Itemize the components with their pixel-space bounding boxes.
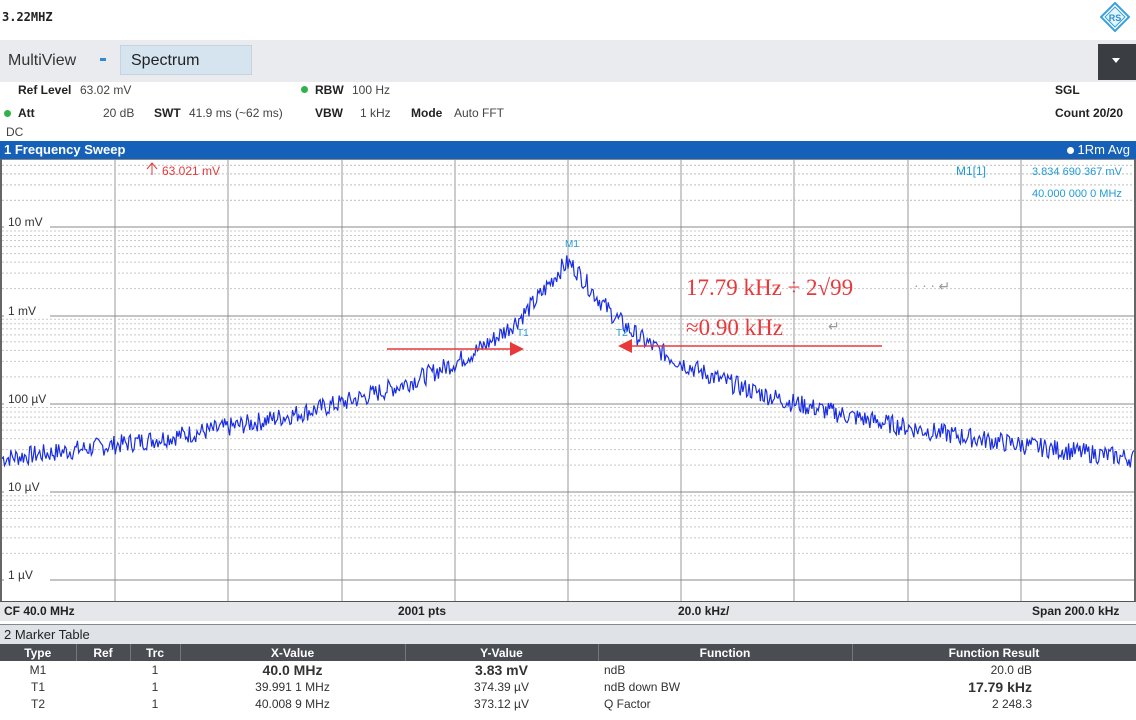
cell-y-value: 374.39 µV: [405, 678, 598, 695]
cell-ref: [76, 695, 130, 712]
marker-table: Type Ref Trc X-Value Y-Value Function Fu…: [0, 644, 1136, 712]
y-axis-label: 100 µV: [8, 392, 46, 406]
rbw-label: RBW: [315, 83, 344, 97]
att-value[interactable]: 20 dB: [103, 106, 134, 120]
marker-t1[interactable]: T1: [517, 328, 529, 339]
swt-label: SWT: [154, 106, 181, 120]
col-x-value: X-Value: [180, 644, 406, 661]
cell-trc: 1: [130, 695, 180, 712]
rbw-status-dot: [301, 86, 308, 93]
marker-m1[interactable]: M1: [565, 239, 579, 250]
annotation-line-2: ≈0.90 kHz: [686, 315, 783, 340]
svg-text:RS: RS: [1109, 13, 1122, 23]
detector-text: 1Rm Avg: [1077, 142, 1130, 157]
table-row[interactable]: T1 1 39.991 1 MHz 374.39 µV ndB down BW …: [0, 678, 1136, 695]
cell-function: ndB down BW: [598, 678, 852, 695]
cell-function: Q Factor: [598, 695, 852, 712]
ref-level-marker: 63.021 mV: [146, 162, 220, 178]
marker-label: M1[1]: [956, 164, 986, 178]
marker-frequency: 40.000 000 0 MHz: [1032, 188, 1122, 200]
y-axis-label: 1 µV: [8, 568, 33, 582]
y-axis-label: 10 mV: [8, 215, 43, 229]
rohde-schwarz-logo-icon: RS: [1100, 2, 1130, 32]
swt-value[interactable]: 41.9 ms (~62 ms): [189, 106, 283, 120]
col-function: Function: [598, 644, 853, 661]
marker-value: 3.834 690 367 mV: [1032, 166, 1123, 178]
multiview-indicator: [100, 58, 106, 61]
coupling-label: DC: [6, 125, 24, 139]
cell-x-value: 40.008 9 MHz: [180, 695, 405, 712]
ref-level-label: Ref Level: [18, 83, 72, 97]
marker-t2[interactable]: T2: [616, 328, 628, 339]
cell-y-value: 3.83 mV: [405, 661, 598, 678]
top-strip: [0, 0, 1136, 38]
detector-label: 1Rm Avg: [1067, 142, 1130, 157]
col-ref: Ref: [76, 644, 131, 661]
col-trc: Trc: [130, 644, 181, 661]
att-label: Att: [18, 106, 35, 120]
ref-marker-value: 63.021 mV: [162, 164, 220, 178]
cell-type: T1: [0, 678, 76, 695]
spectrum-plot[interactable]: 10 mV 1 mV 100 µV 10 µV 1 µV 63.021 mV M1[1]…: [0, 159, 1136, 601]
cell-trc: 1: [130, 661, 180, 678]
detector-dot: [1067, 147, 1075, 154]
cell-function-result: 17.79 kHz: [852, 678, 1136, 695]
cell-function: ndB: [598, 661, 852, 678]
cell-y-value: 373.12 µV: [405, 695, 598, 712]
sweep-points[interactable]: 2001 pts: [398, 604, 446, 618]
att-status-dot: [4, 110, 11, 117]
tab-spectrum[interactable]: Spectrum: [120, 45, 252, 75]
annotation-arrow-right: [618, 339, 882, 353]
cell-function-result: 20.0 dB: [852, 661, 1136, 678]
cell-type: T2: [0, 695, 76, 712]
chevron-down-icon: [1112, 58, 1120, 63]
cell-function-result: 2 248.3: [852, 695, 1136, 712]
division-width: 20.0 kHz/: [678, 604, 730, 618]
trace-title-bar[interactable]: 1 Frequency Sweep 1Rm Avg: [0, 141, 1136, 159]
vbw-value[interactable]: 1 kHz: [360, 106, 391, 120]
marker-table-title-bar[interactable]: 2 Marker Table: [0, 624, 1136, 644]
table-row[interactable]: M1 1 40.0 MHz 3.83 mV ndB 20.0 dB: [0, 661, 1136, 678]
cell-trc: 1: [130, 678, 180, 695]
plot-grid: [2, 159, 1134, 601]
vbw-label: VBW: [315, 106, 343, 120]
cell-x-value: 40.0 MHz: [180, 661, 405, 678]
tab-multiview[interactable]: MultiView: [8, 52, 76, 70]
span-value[interactable]: Span 200.0 kHz: [1032, 604, 1119, 618]
mode-label: Mode: [411, 106, 443, 120]
settings-panel: Ref Level 63.02 mV Att 20 dB SWT 41.9 ms…: [0, 82, 1136, 140]
col-function-result: Function Result: [852, 644, 1136, 661]
marker-table-title: 2 Marker Table: [4, 627, 90, 642]
spectrum-svg: 10 mV 1 mV 100 µV 10 µV 1 µV 63.021 mV M1[1]…: [2, 159, 1134, 601]
sweep-count: Count 20/20: [1055, 106, 1124, 120]
sweep-mode: SGL: [1055, 83, 1080, 97]
sweep-info-bar: CF 40.0 MHz 2001 pts 20.0 kHz/ Span 200.…: [0, 601, 1136, 621]
annotation-dots: · · · ↵: [914, 280, 950, 295]
col-y-value: Y-Value: [405, 644, 599, 661]
cell-type: M1: [0, 661, 76, 678]
cell-ref: [76, 661, 130, 678]
table-row[interactable]: T2 1 40.008 9 MHz 373.12 µV Q Factor 2 2…: [0, 695, 1136, 712]
y-axis-label: 1 mV: [8, 304, 36, 318]
rbw-value[interactable]: 100 Hz: [352, 83, 390, 97]
mode-value[interactable]: Auto FFT: [454, 106, 504, 120]
col-type: Type: [0, 644, 77, 661]
trace-title: 1 Frequency Sweep: [4, 142, 126, 157]
frequency-readout: 3.22MHZ: [2, 10, 53, 24]
cell-ref: [76, 678, 130, 695]
center-frequency[interactable]: CF 40.0 MHz: [4, 604, 75, 618]
ref-level-value[interactable]: 63.02 mV: [80, 83, 131, 97]
cell-x-value: 39.991 1 MHz: [180, 678, 405, 695]
y-axis-label: 10 µV: [8, 480, 40, 494]
annotation-return-icon: ↵: [828, 320, 840, 335]
annotation-line-1: 17.79 kHz ÷ 2√99: [686, 275, 853, 300]
dropdown-button[interactable]: [1098, 44, 1136, 80]
